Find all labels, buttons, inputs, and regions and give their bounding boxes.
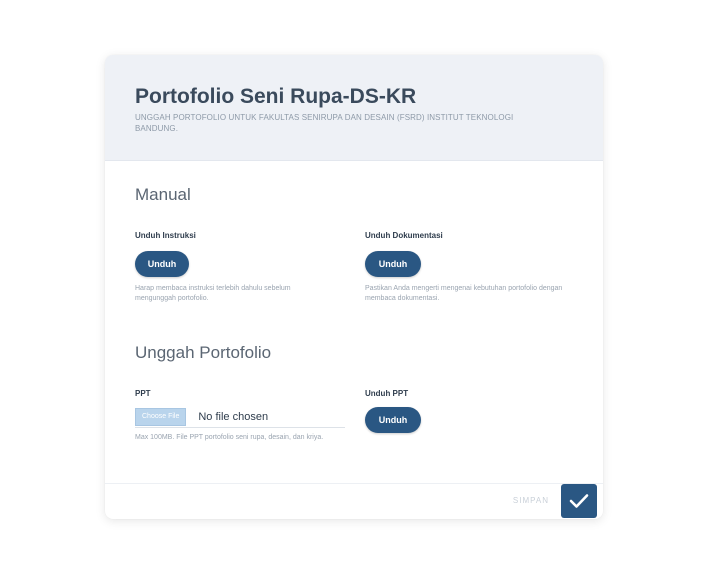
page-subtitle: Unggah portofolio untuk FAKULTAS SENIRUP…	[135, 113, 514, 133]
ppt-label: PPT	[135, 389, 151, 398]
save-label[interactable]: SIMPAN	[513, 496, 549, 505]
download-instruction-button[interactable]: Unduh	[135, 251, 189, 277]
upload-section-title: Unggah Portofolio	[135, 343, 272, 362]
download-documentation-label: Unduh Dokumentasi	[365, 231, 443, 240]
ppt-file-input[interactable]: Choose File No file chosen	[135, 406, 345, 428]
card-header: Portofolio Seni Rupa-DS-KR Unggah portof…	[105, 55, 603, 161]
download-ppt-label: Unduh PPT	[365, 389, 409, 398]
page-title: Portofolio Seni Rupa-DS-KR	[135, 85, 417, 108]
download-instruction-label: Unduh Instruksi	[135, 231, 196, 240]
check-icon	[569, 494, 589, 508]
choose-file-button[interactable]: Choose File	[135, 407, 187, 426]
download-instruction-help: Harap membaca instruksi terlebih dahulu …	[135, 285, 291, 302]
download-ppt-button[interactable]: Unduh	[365, 407, 421, 433]
confirm-button[interactable]	[561, 484, 597, 518]
portfolio-upload-card: Portofolio Seni Rupa-DS-KR Unggah portof…	[105, 55, 603, 519]
manual-section-title: Manual	[135, 185, 191, 204]
card-footer: SIMPAN	[105, 483, 603, 519]
ppt-help-text: Max 100MB. File PPT portofolio seni rupa…	[135, 434, 324, 441]
download-documentation-button[interactable]: Unduh	[365, 251, 421, 277]
download-documentation-help: Pastikan Anda mengerti mengenai kebutuha…	[365, 285, 563, 302]
file-status-text: No file chosen	[198, 410, 269, 423]
